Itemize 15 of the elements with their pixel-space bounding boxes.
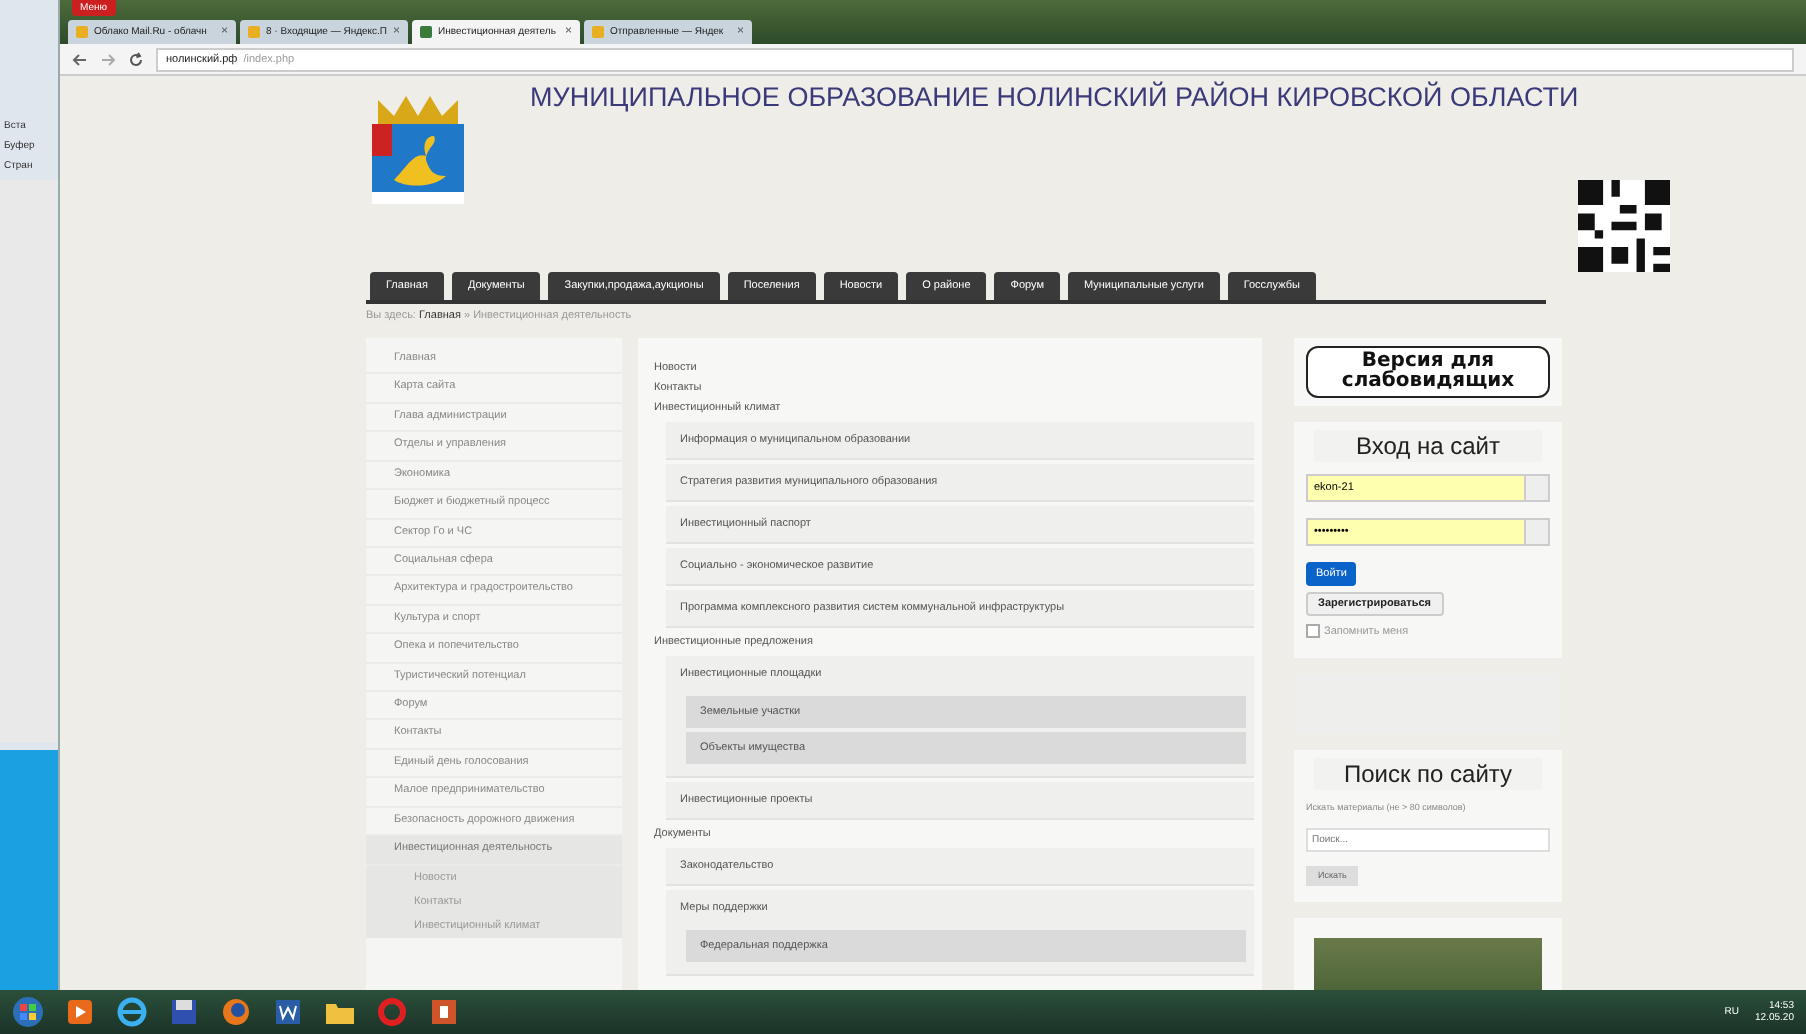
- module-title: Поиск по сайту: [1314, 758, 1542, 790]
- qr-code: [1578, 180, 1671, 272]
- module-title: Вход на сайт: [1314, 430, 1542, 462]
- media-player-icon[interactable]: [64, 996, 96, 1028]
- globe-icon[interactable]: [220, 996, 252, 1028]
- presentation-p-icon[interactable]: [428, 996, 460, 1028]
- remember-checkbox[interactable]: [1306, 624, 1320, 638]
- back-icon[interactable]: [72, 51, 88, 67]
- ring-o-icon[interactable]: [376, 996, 408, 1028]
- browser-e-icon[interactable]: [116, 996, 148, 1028]
- accessibility-button[interactable]: Версия для слабовидящих: [1306, 346, 1550, 398]
- reload-icon[interactable]: [128, 51, 144, 67]
- document-w-icon[interactable]: [272, 996, 304, 1028]
- start-icon[interactable]: [12, 996, 44, 1028]
- site-title: МУНИЦИПАЛЬНОЕ ОБРАЗОВАНИЕ НОЛИНСКИЙ РАЙОН КИРОВСКОЙ ОБЛАСТИ: [528, 79, 1579, 112]
